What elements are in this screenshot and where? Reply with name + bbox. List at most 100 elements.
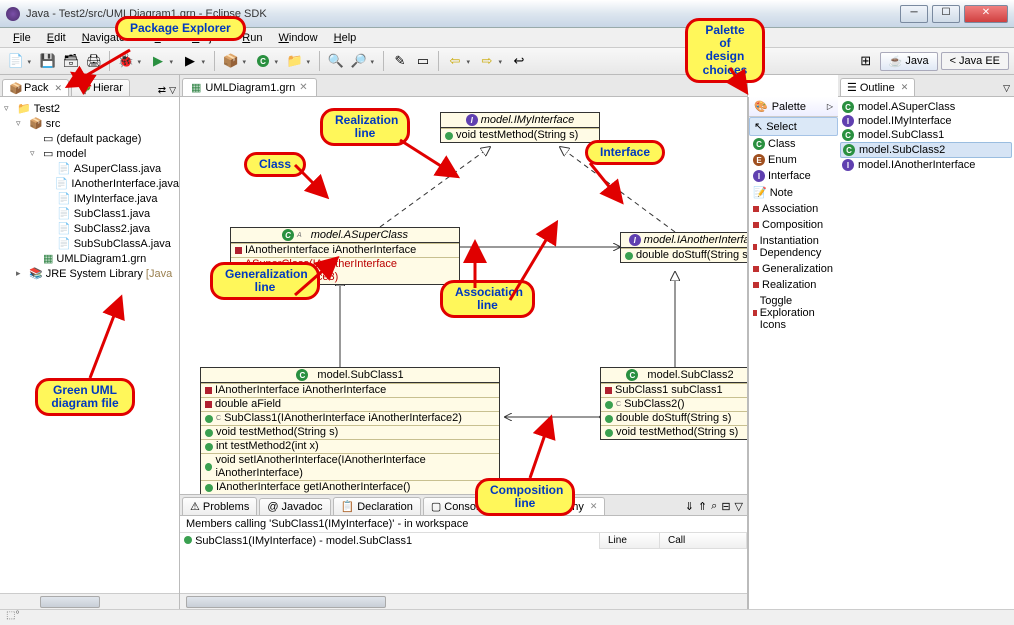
java-file-icon: 📄 xyxy=(57,192,71,205)
palette-toggle-icons[interactable]: Toggle Exploration Icons xyxy=(749,293,838,333)
palette-enum[interactable]: EEnum xyxy=(749,152,838,168)
tab-hierarchy[interactable]: 🌳 Hierar xyxy=(71,79,130,96)
print-button[interactable]: 🖨 xyxy=(83,50,105,72)
column-call[interactable]: Call xyxy=(660,533,747,548)
open-perspective-button[interactable]: ⊞ xyxy=(855,50,877,72)
maximize-button[interactable]: ☐ xyxy=(932,5,960,23)
callout-association: Association line xyxy=(440,280,535,318)
tree-file[interactable]: SubClass2.java xyxy=(74,223,150,235)
tree-src[interactable]: src xyxy=(46,118,61,130)
tree-file[interactable]: ASuperClass.java xyxy=(74,163,161,175)
package-tree[interactable]: ▿📁Test2 ▿📦src ▭(default package) ▿▭model… xyxy=(0,97,179,609)
call-hierarchy-tree[interactable]: SubClass1(IMyInterface) - model.SubClass… xyxy=(180,533,600,549)
save-button[interactable]: 💾 xyxy=(37,50,59,72)
palette-interface[interactable]: IInterface xyxy=(749,168,838,184)
tab-problems[interactable]: ⚠Problems xyxy=(182,497,257,515)
save-all-button[interactable]: 🗃 xyxy=(60,50,82,72)
tab-declaration[interactable]: 📋Declaration xyxy=(333,497,421,515)
declaration-icon: 📋 xyxy=(341,500,355,513)
outline-item[interactable]: Imodel.IMyInterface xyxy=(840,114,1012,128)
palette-realization[interactable]: Realization xyxy=(749,277,838,293)
palette-association[interactable]: Association xyxy=(749,201,838,217)
tree-diagram[interactable]: UMLDiagram1.grn xyxy=(56,253,146,265)
interface-icon: I xyxy=(842,159,854,171)
new-package-button[interactable]: 📦 xyxy=(220,50,242,72)
link-editor-icon[interactable]: ⇄ xyxy=(158,85,166,96)
toggle-block-button[interactable]: ▭ xyxy=(412,50,434,72)
run-last-button[interactable]: ▶ xyxy=(179,50,201,72)
menu-window[interactable]: Window xyxy=(271,30,324,46)
tree-file[interactable]: SubSubClassA.java xyxy=(74,238,171,250)
uml-interface-ianother[interactable]: Imodel.IAnotherInterface double doStuff(… xyxy=(620,232,747,263)
palette-select[interactable]: ↖Select xyxy=(749,117,838,136)
nav-back-button[interactable]: ⇦ xyxy=(444,50,466,72)
callout-realization: Realization line xyxy=(320,108,410,146)
close-icon[interactable]: ✕ xyxy=(54,83,62,94)
callout-generalization: Generalization line xyxy=(210,262,320,300)
editor-tab[interactable]: ▦ UMLDiagram1.grn ✕ xyxy=(182,78,317,96)
new-button[interactable]: 📄 xyxy=(5,50,27,72)
nav-fwd-button[interactable]: ⇨ xyxy=(476,50,498,72)
palette-composition[interactable]: Composition xyxy=(749,217,838,233)
relation-icon xyxy=(753,222,759,228)
tree-jre[interactable]: JRE System Library xyxy=(46,268,143,280)
palette-class[interactable]: CClass xyxy=(749,136,838,152)
new-class-button[interactable]: C xyxy=(252,50,274,72)
perspective-javaee[interactable]: < Java EE xyxy=(941,52,1009,70)
canvas-scrollbar[interactable] xyxy=(180,593,747,609)
search-button[interactable]: 🔎 xyxy=(348,50,370,72)
new-misc-button[interactable]: 📁 xyxy=(284,50,306,72)
perspective-java[interactable]: ☕Java xyxy=(880,52,938,71)
tree-file[interactable]: IAnotherInterface.java xyxy=(71,178,179,190)
toggle-mark-button[interactable]: ✎ xyxy=(389,50,411,72)
open-type-button[interactable]: 🔍 xyxy=(325,50,347,72)
view-menu-icon[interactable]: ▽ xyxy=(735,500,743,513)
tree-model-pkg[interactable]: model xyxy=(56,148,86,160)
outline-item[interactable]: Imodel.IAnotherInterface xyxy=(840,158,1012,172)
view-menu-icon[interactable]: ▽ xyxy=(1003,83,1010,93)
outline-list[interactable]: Cmodel.ASuperClass Imodel.IMyInterface C… xyxy=(838,97,1014,175)
tab-outline[interactable]: ☰ Outline ✕ xyxy=(840,78,915,96)
menu-file[interactable]: File xyxy=(6,30,38,46)
uml-class-subclass2[interactable]: C model.SubClass2 SubClass1 subClass1 CS… xyxy=(600,367,747,440)
uml-interface-imyinterface[interactable]: Imodel.IMyInterface void testMethod(Stri… xyxy=(440,112,600,143)
tool-icon[interactable]: ⇓ xyxy=(685,500,694,513)
palette-generalization[interactable]: Generalization xyxy=(749,261,838,277)
close-icon[interactable]: ✕ xyxy=(901,82,909,93)
callout-class: Class xyxy=(244,152,306,177)
menu-edit[interactable]: Edit xyxy=(40,30,73,46)
run-button[interactable]: ▶ xyxy=(147,50,169,72)
tab-javadoc[interactable]: @Javadoc xyxy=(259,498,330,515)
editor-tab-label: UMLDiagram1.grn xyxy=(205,82,295,94)
tree-default-pkg[interactable]: (default package) xyxy=(56,133,141,145)
field-icon xyxy=(605,387,612,394)
outline-item[interactable]: Cmodel.SubClass1 xyxy=(840,128,1012,142)
close-icon[interactable]: ✕ xyxy=(590,501,598,512)
view-menu-icon[interactable]: ▽ xyxy=(169,85,176,96)
tool-icon[interactable]: ⇑ xyxy=(698,500,707,513)
outline-item-selected[interactable]: Cmodel.SubClass2 xyxy=(840,142,1012,158)
debug-button[interactable]: 🐞 xyxy=(115,50,137,72)
call-hierarchy-summary: Members calling 'SubClass1(IMyInterface)… xyxy=(180,516,747,533)
palette-instantiation[interactable]: Instantiation Dependency xyxy=(749,233,838,261)
uml-class-subclass1[interactable]: C model.SubClass1 IAnotherInterface iAno… xyxy=(200,367,500,494)
tool-icon[interactable]: ⊟ xyxy=(721,500,730,513)
outline-item[interactable]: Cmodel.ASuperClass xyxy=(840,100,1012,114)
tool-icon[interactable]: ⌕ xyxy=(711,500,717,513)
src-icon: 📦 xyxy=(29,117,43,130)
tree-file[interactable]: SubClass1.java xyxy=(74,208,150,220)
menu-help[interactable]: Help xyxy=(327,30,364,46)
tree-project[interactable]: Test2 xyxy=(34,103,60,115)
palette-note[interactable]: 📝Note xyxy=(749,184,838,201)
close-icon[interactable]: ✕ xyxy=(299,82,307,93)
tab-package-explorer[interactable]: 📦 Pack ✕ xyxy=(2,79,69,96)
close-button[interactable]: ✕ xyxy=(964,5,1008,23)
method-icon xyxy=(605,401,613,409)
last-edit-button[interactable]: ↩ xyxy=(508,50,530,72)
callout-palette: Palette of design choices xyxy=(685,18,765,83)
tree-file[interactable]: IMyInterface.java xyxy=(74,193,158,205)
tree-scrollbar[interactable] xyxy=(0,593,179,609)
palette-header[interactable]: 🎨Palette▷ xyxy=(749,97,838,117)
column-line[interactable]: Line xyxy=(600,533,660,548)
minimize-button[interactable]: ─ xyxy=(900,5,928,23)
